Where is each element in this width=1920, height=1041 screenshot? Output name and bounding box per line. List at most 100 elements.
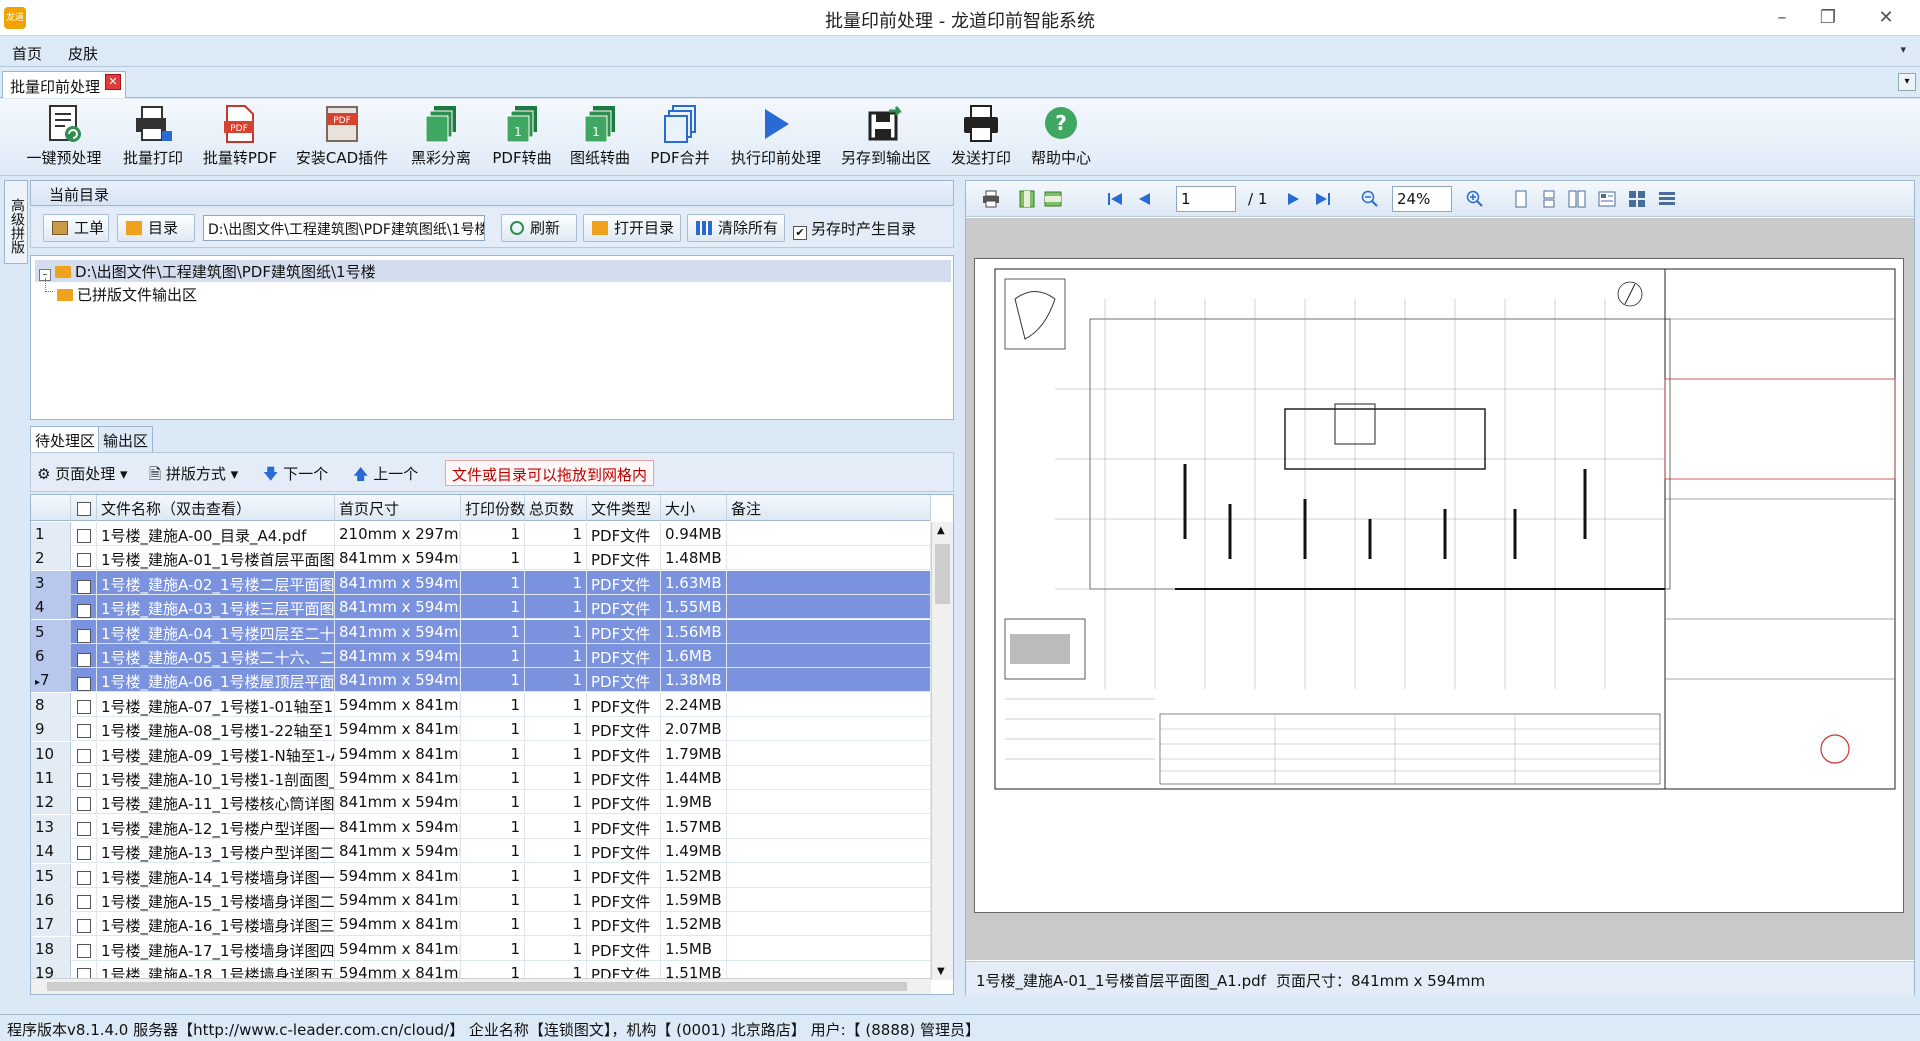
zoom-out-icon[interactable] [1361,190,1379,208]
header-select-all[interactable] [71,495,97,521]
facing-pages-icon[interactable] [1568,190,1586,208]
row-checkbox[interactable] [71,790,97,815]
pdf-merge-button[interactable]: PDF合并 [644,103,716,168]
zoom-input[interactable]: 24% [1392,186,1452,212]
directory-path-field[interactable]: D:\出图文件\工程建筑图\PDF建筑图纸\1号楼 [203,215,485,241]
close-button[interactable]: ✕ [1866,4,1906,32]
directory-button[interactable]: 目录 [117,214,195,242]
tab-advanced-imposition[interactable]: 高级拼版 [4,180,28,264]
batch-print-button[interactable]: 批量打印 [118,103,188,168]
row-checkbox[interactable]: ✔ [71,570,97,595]
tree-node-output[interactable]: 已拼版文件输出区 [57,284,197,305]
batch-to-pdf-button[interactable]: PDF 批量转PDF [202,103,278,168]
table-row[interactable]: 10 1号楼_建施A-09_1号楼1-N轴至1-A1轴...594mm x 841… [31,741,931,766]
table-row[interactable]: 13 1号楼_建施A-12_1号楼户型详图一_A1....841mm x 594m… [31,814,931,839]
table-row[interactable]: 17 1号楼_建施A-16_1号楼墙身详图三_A1....594mm x 841m… [31,912,931,937]
table-row[interactable]: 4 ✔ 1号楼_建施A-03_1号楼三层平面图_A1....841mm x 594m… [31,595,931,620]
layout-mode-menu[interactable]: 🗎 拼版方式 ▾ [149,463,238,489]
ribbon-collapse-icon[interactable]: ▾ [1900,43,1906,56]
first-page-icon[interactable] [1106,190,1124,208]
row-checkbox[interactable] [71,766,97,790]
table-row[interactable]: 11 1号楼_建施A-10_1号楼1-1剖面图_A1.pdf594mm x 841… [31,766,931,790]
header-page-size[interactable]: 首页尺寸 [335,495,461,521]
viewer-canvas[interactable] [966,218,1914,960]
drawing-page-preview[interactable] [974,258,1904,913]
tab-pending-area[interactable]: 待处理区 [30,426,101,452]
table-row[interactable]: 14 1号楼_建施A-13_1号楼户型详图二_A1....841mm x 594m… [31,839,931,864]
tree-node-root[interactable]: – D:\出图文件\工程建筑图\PDF建筑图纸\1号楼 [35,260,951,282]
table-row[interactable]: 15 1号楼_建施A-14_1号楼墙身详图一_A1....594mm x 841m… [31,863,931,888]
row-checkbox[interactable] [71,741,97,766]
row-checkbox[interactable] [71,546,97,571]
vertical-scrollbar[interactable]: ▲ ▼ [931,522,953,980]
send-print-button[interactable]: 发送打印 [946,103,1016,168]
tab-close-icon[interactable]: ✕ [105,74,121,90]
table-row[interactable]: 9 1号楼_建施A-08_1号楼1-22轴至1-01轴...594mm x 841… [31,717,931,742]
page-number-input[interactable]: 1 [1176,186,1236,212]
table-row[interactable]: ▸7 ✔ 1号楼_建施A-06_1号楼屋顶层平面图_A...841mm x 594m… [31,668,931,693]
tab-list-dropdown[interactable]: ▾ [1898,73,1916,91]
save-to-output-button[interactable]: 另存到输出区 [838,103,934,168]
scrollbar-thumb[interactable] [47,982,907,991]
menu-home[interactable]: 首页 [12,43,42,64]
header-file-type[interactable]: 文件类型 [587,495,661,521]
pdf-curve-button[interactable]: 1 PDF转曲 [486,103,558,168]
zoom-in-icon[interactable] [1466,190,1484,208]
table-row[interactable]: 16 1号楼_建施A-15_1号楼墙身详图二_A1....594mm x 841m… [31,888,931,912]
table-row[interactable]: 18 1号楼_建施A-17_1号楼墙身详图四_A1....594mm x 841m… [31,936,931,961]
preprocess-button[interactable]: 一键预处理 [24,103,104,168]
grid-view-icon[interactable] [1628,190,1646,208]
single-page-icon[interactable] [1512,190,1530,208]
refresh-button[interactable]: 刷新 [501,214,577,242]
row-checkbox[interactable]: ✔ [71,619,97,644]
table-row[interactable]: 12 1号楼_建施A-11_1号楼核心筒详图_A1....841mm x 594m… [31,790,931,815]
header-copies[interactable]: 打印份数 [461,495,525,521]
scroll-up-icon[interactable]: ▲ [937,525,945,536]
row-checkbox[interactable] [71,692,97,717]
install-cad-plugin-button[interactable]: PDF 安装CAD插件 [294,103,390,168]
open-directory-button[interactable]: 打开目录 [583,214,681,242]
next-button[interactable]: 🡇 下一个 [263,463,328,489]
help-center-button[interactable]: ? 帮助中心 [1026,103,1096,168]
row-checkbox[interactable]: ✔ [71,668,97,693]
list-view-icon[interactable] [1658,190,1676,208]
tab-output-area[interactable]: 输出区 [98,426,154,452]
row-checkbox[interactable] [71,522,97,546]
row-checkbox[interactable]: ✔ [71,595,97,620]
previous-button[interactable]: 🡅 上一个 [353,463,418,489]
maximize-button[interactable]: ❐ [1808,4,1848,32]
row-checkbox[interactable] [71,717,97,742]
prev-page-icon[interactable] [1136,190,1154,208]
execute-prepress-button[interactable]: 执行印前处理 [728,103,824,168]
work-order-button[interactable]: 工单 [43,214,109,242]
save-generate-dir-checkbox[interactable]: ✔ 另存时产生目录 [793,218,916,240]
color-separate-button[interactable]: 黑彩分离 [406,103,476,168]
table-row[interactable]: 2 1号楼_建施A-01_1号楼首层平面图_A1....841mm x 594mm… [31,546,931,571]
next-page-icon[interactable] [1284,190,1302,208]
page-process-menu[interactable]: ⚙ 页面处理 ▾ [37,463,128,484]
fit-width-icon[interactable] [1018,190,1036,208]
row-checkbox[interactable] [71,863,97,888]
row-checkbox[interactable]: ✔ [71,644,97,668]
minimize-button[interactable]: – [1762,4,1802,32]
print-icon[interactable] [982,190,1000,208]
drawing-curve-button[interactable]: 1 图纸转曲 [564,103,636,168]
header-size[interactable]: 大小 [661,495,727,521]
table-row[interactable]: 5✔1号楼_建施A-04_1号楼四层至二十五层...841mm x 594mm1… [31,619,931,644]
header-remark[interactable]: 备注 [727,495,931,521]
row-checkbox[interactable] [71,814,97,839]
clear-all-button[interactable]: 清除所有 [687,214,785,242]
continuous-page-icon[interactable] [1540,190,1558,208]
row-checkbox[interactable] [71,912,97,937]
scrollbar-thumb[interactable] [935,544,950,604]
table-row[interactable]: 6✔1号楼_建施A-05_1号楼二十六、二十七...841mm x 594mm1… [31,644,931,668]
last-page-icon[interactable] [1314,190,1332,208]
fit-height-icon[interactable] [1044,190,1062,208]
scroll-down-icon[interactable]: ▼ [937,966,945,977]
horizontal-scrollbar[interactable] [31,978,931,994]
table-row[interactable]: 3 ✔ 1号楼_建施A-02_1号楼二层平面图_A1....841mm x 594m… [31,570,931,595]
row-checkbox[interactable] [71,936,97,961]
header-total-pages[interactable]: 总页数 [525,495,587,521]
table-row[interactable]: 8 1号楼_建施A-07_1号楼1-01轴至1-22轴...594mm x 841… [31,692,931,717]
header-file-name[interactable]: 文件名称（双击查看） [97,495,335,521]
